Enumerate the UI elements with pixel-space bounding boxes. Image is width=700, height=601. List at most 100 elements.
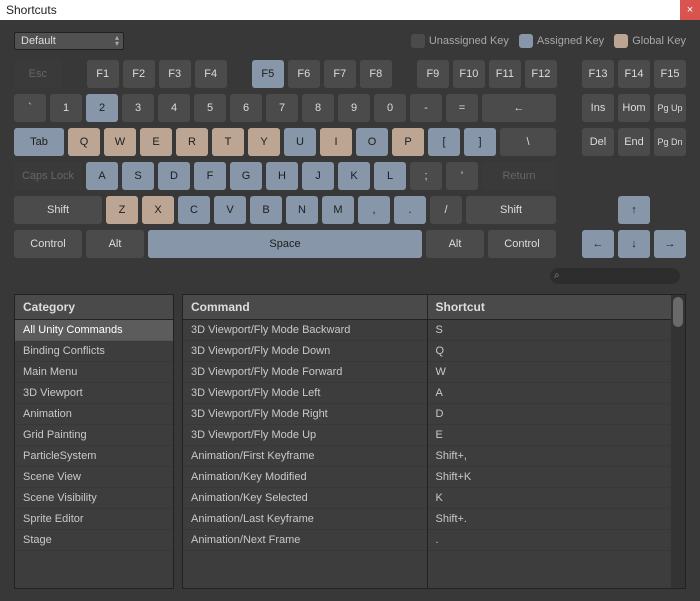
- key-4[interactable]: 4: [158, 94, 190, 122]
- key-tab[interactable]: Tab: [14, 128, 64, 156]
- shortcut-row[interactable]: E: [428, 425, 672, 446]
- key-esc[interactable]: Esc: [14, 60, 62, 88]
- command-row[interactable]: Animation/Key Selected: [183, 488, 427, 509]
- shortcut-row[interactable]: Shift+K: [428, 467, 672, 488]
- category-item[interactable]: Scene Visibility: [15, 488, 173, 509]
- key-f10[interactable]: F10: [453, 60, 485, 88]
- category-item[interactable]: Binding Conflicts: [15, 341, 173, 362]
- key-f7[interactable]: F7: [324, 60, 356, 88]
- key-period[interactable]: .: [394, 196, 426, 224]
- key-f11[interactable]: F11: [489, 60, 521, 88]
- key-5[interactable]: 5: [194, 94, 226, 122]
- shortcut-row[interactable]: D: [428, 404, 672, 425]
- key-1[interactable]: 1: [50, 94, 82, 122]
- key-space[interactable]: Space: [148, 230, 422, 258]
- category-item[interactable]: Stage: [15, 530, 173, 551]
- key-m[interactable]: M: [322, 196, 354, 224]
- key-w[interactable]: W: [104, 128, 136, 156]
- key-f6[interactable]: F6: [288, 60, 320, 88]
- key-pgdn[interactable]: Pg Dn: [654, 128, 686, 156]
- shortcut-row[interactable]: K: [428, 488, 672, 509]
- category-item[interactable]: Main Menu: [15, 362, 173, 383]
- key-b[interactable]: B: [250, 196, 282, 224]
- key-quote[interactable]: ': [446, 162, 478, 190]
- key-equals[interactable]: =: [446, 94, 478, 122]
- key-lctrl[interactable]: Control: [14, 230, 82, 258]
- key-f3[interactable]: F3: [159, 60, 191, 88]
- key-f14[interactable]: F14: [618, 60, 650, 88]
- key-v[interactable]: V: [214, 196, 246, 224]
- key-y[interactable]: Y: [248, 128, 280, 156]
- key-c[interactable]: C: [178, 196, 210, 224]
- key-0[interactable]: 0: [374, 94, 406, 122]
- search-field[interactable]: ⌕: [550, 268, 680, 284]
- key-3[interactable]: 3: [122, 94, 154, 122]
- key-l[interactable]: L: [374, 162, 406, 190]
- search-input[interactable]: [568, 270, 674, 282]
- key-ins[interactable]: Ins: [582, 94, 614, 122]
- key-o[interactable]: O: [356, 128, 388, 156]
- key-del[interactable]: Del: [582, 128, 614, 156]
- key-f5[interactable]: F5: [252, 60, 284, 88]
- key-lshift[interactable]: Shift: [14, 196, 102, 224]
- command-row[interactable]: Animation/Key Modified: [183, 467, 427, 488]
- key-f[interactable]: F: [194, 162, 226, 190]
- key-lalt[interactable]: Alt: [86, 230, 144, 258]
- key-h[interactable]: H: [266, 162, 298, 190]
- key-semicolon[interactable]: ;: [410, 162, 442, 190]
- key-right[interactable]: →: [654, 230, 686, 258]
- profile-dropdown[interactable]: Default ▴▾: [14, 32, 124, 50]
- scrollbar[interactable]: [671, 295, 685, 588]
- key-2[interactable]: 2: [86, 94, 118, 122]
- close-button[interactable]: ×: [680, 0, 700, 20]
- command-row[interactable]: Animation/Last Keyframe: [183, 509, 427, 530]
- key-f9[interactable]: F9: [417, 60, 449, 88]
- key-f8[interactable]: F8: [360, 60, 392, 88]
- key-q[interactable]: Q: [68, 128, 100, 156]
- key-f12[interactable]: F12: [525, 60, 557, 88]
- key-x[interactable]: X: [142, 196, 174, 224]
- key-z[interactable]: Z: [106, 196, 138, 224]
- category-item[interactable]: Sprite Editor: [15, 509, 173, 530]
- key-up[interactable]: ↑: [618, 196, 650, 224]
- command-row[interactable]: 3D Viewport/Fly Mode Forward: [183, 362, 427, 383]
- shortcut-row[interactable]: W: [428, 362, 672, 383]
- key-down[interactable]: ↓: [618, 230, 650, 258]
- key-minus[interactable]: -: [410, 94, 442, 122]
- key-end[interactable]: End: [618, 128, 650, 156]
- key-return[interactable]: Return: [482, 162, 556, 190]
- key-a[interactable]: A: [86, 162, 118, 190]
- category-item[interactable]: Animation: [15, 404, 173, 425]
- command-row[interactable]: 3D Viewport/Fly Mode Backward: [183, 320, 427, 341]
- key-f1[interactable]: F1: [87, 60, 119, 88]
- key-u[interactable]: U: [284, 128, 316, 156]
- key-pgup[interactable]: Pg Up: [654, 94, 686, 122]
- key-7[interactable]: 7: [266, 94, 298, 122]
- key-r[interactable]: R: [176, 128, 208, 156]
- key-ralt[interactable]: Alt: [426, 230, 484, 258]
- key-t[interactable]: T: [212, 128, 244, 156]
- key-f2[interactable]: F2: [123, 60, 155, 88]
- command-row[interactable]: Animation/Next Frame: [183, 530, 427, 551]
- command-row[interactable]: Animation/First Keyframe: [183, 446, 427, 467]
- key-backspace[interactable]: ←: [482, 94, 556, 122]
- key-rbracket[interactable]: ]: [464, 128, 496, 156]
- key-rctrl[interactable]: Control: [488, 230, 556, 258]
- key-backtick[interactable]: `: [14, 94, 46, 122]
- shortcut-row[interactable]: .: [428, 530, 672, 551]
- key-6[interactable]: 6: [230, 94, 262, 122]
- category-item[interactable]: All Unity Commands: [15, 320, 173, 341]
- shortcut-row[interactable]: Q: [428, 341, 672, 362]
- shortcut-row[interactable]: S: [428, 320, 672, 341]
- category-item[interactable]: 3D Viewport: [15, 383, 173, 404]
- key-f15[interactable]: F15: [654, 60, 686, 88]
- key-left[interactable]: ←: [582, 230, 614, 258]
- key-slash[interactable]: /: [430, 196, 462, 224]
- shortcut-row[interactable]: A: [428, 383, 672, 404]
- category-item[interactable]: Scene View: [15, 467, 173, 488]
- key-n[interactable]: N: [286, 196, 318, 224]
- shortcut-row[interactable]: Shift+,: [428, 446, 672, 467]
- key-9[interactable]: 9: [338, 94, 370, 122]
- key-j[interactable]: J: [302, 162, 334, 190]
- shortcut-row[interactable]: Shift+.: [428, 509, 672, 530]
